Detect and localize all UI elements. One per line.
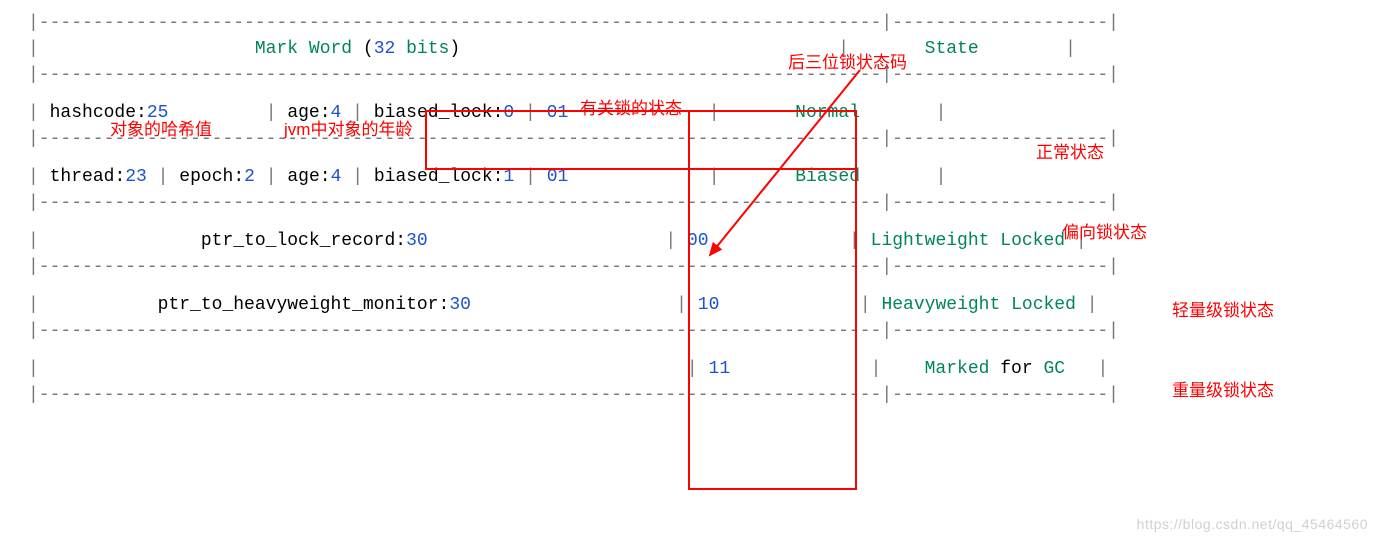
lock-bits: 01 xyxy=(547,167,569,187)
lock-bits: 10 xyxy=(698,295,720,315)
state-header: State xyxy=(925,39,979,59)
state-gc-2: GC xyxy=(1043,359,1065,379)
separator: |---------------------------------------… xyxy=(28,254,1268,280)
ptr-val: 30 xyxy=(406,231,428,251)
lock-bits: 11 xyxy=(709,359,731,379)
state-lightweight-2: Locked xyxy=(1000,231,1065,251)
thread-val: 23 xyxy=(125,167,147,187)
separator: |---------------------------------------… xyxy=(28,318,1268,344)
annotation-heavyweight-state: 重量级锁状态 xyxy=(1172,376,1274,401)
epoch-key: epoch xyxy=(179,167,233,187)
row-biased: | thread:23 | epoch:2 | age:4 | biased_l… xyxy=(28,164,1268,190)
row-gc: | | 11 | Marked for GC | xyxy=(28,356,1268,382)
annotation-age: jvm中对象的年龄 xyxy=(284,115,412,140)
state-heavyweight-1: Heavyweight xyxy=(881,295,1000,315)
lock-bits: 01 xyxy=(547,103,569,123)
lock-bits: 00 xyxy=(687,231,709,251)
age-key: age xyxy=(287,167,319,187)
label-word: Word xyxy=(309,39,352,59)
biased-lock-key: biased_lock xyxy=(374,167,493,187)
ptr-val: 30 xyxy=(449,295,471,315)
mark-word-diagram: |---------------------------------------… xyxy=(0,0,1268,408)
state-biased: Biased xyxy=(795,167,860,187)
state-heavyweight-2: Locked xyxy=(1011,295,1076,315)
separator: |---------------------------------------… xyxy=(28,190,1268,216)
state-lightweight-1: Lightweight xyxy=(871,231,990,251)
state-gc-mid: for xyxy=(989,359,1043,379)
annotation-lock-column: 有关锁的状态 xyxy=(580,94,682,119)
watermark: https://blog.csdn.net/qq_45464560 xyxy=(1137,516,1368,532)
annotation-three-bit: 后三位锁状态码 xyxy=(788,48,907,73)
ptr-key: ptr_to_heavyweight_monitor xyxy=(158,295,439,315)
biased-lock-val: 1 xyxy=(503,167,514,187)
state-gc-1: Marked xyxy=(925,359,990,379)
bits-word: bits xyxy=(395,39,449,59)
separator: |---------------------------------------… xyxy=(28,62,1268,88)
epoch-val: 2 xyxy=(244,167,255,187)
biased-lock-val: 0 xyxy=(503,103,514,123)
state-normal: Normal xyxy=(795,103,860,123)
age-val: 4 xyxy=(331,167,342,187)
thread-key: thread xyxy=(50,167,115,187)
ptr-key: ptr_to_lock_record xyxy=(201,231,395,251)
separator: |---------------------------------------… xyxy=(28,382,1268,408)
header-row: | Mark Word (32 bits) | State | xyxy=(28,36,1268,62)
annotation-lightweight-state: 轻量级锁状态 xyxy=(1172,296,1274,321)
row-heavyweight: | ptr_to_heavyweight_monitor:30 | 10 | H… xyxy=(28,292,1268,318)
separator: |---------------------------------------… xyxy=(28,10,1268,36)
annotation-hashcode: 对象的哈希值 xyxy=(110,115,212,140)
annotation-normal-state: 正常状态 xyxy=(1036,138,1104,163)
bits-count: 32 xyxy=(374,39,396,59)
annotation-biased-state: 偏向锁状态 xyxy=(1062,218,1147,243)
label-mark: Mark xyxy=(255,39,298,59)
